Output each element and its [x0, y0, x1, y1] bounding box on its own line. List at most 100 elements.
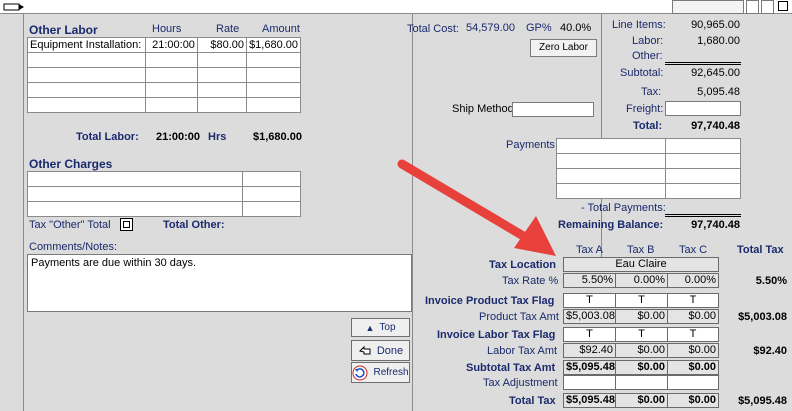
top-button[interactable]: ▲ Top — [351, 318, 410, 337]
pencil-icon[interactable] — [3, 2, 25, 12]
labor-desc-cell[interactable] — [27, 52, 146, 68]
top-strip-box[interactable] — [672, 0, 744, 14]
tax-summary-value: 5,095.48 — [697, 86, 740, 98]
labor-desc-cell[interactable]: Equipment Installation: — [27, 37, 146, 53]
labor-desc-cell[interactable] — [27, 97, 146, 113]
ship-method-label: Ship Method — [452, 103, 514, 115]
labor-amount-cell[interactable] — [246, 67, 301, 83]
line-items-value: 90,965.00 — [691, 19, 740, 31]
remaining-balance-label: Remaining Balance: — [558, 219, 664, 231]
table-row — [27, 82, 301, 98]
labor-hours-cell[interactable] — [144, 52, 198, 68]
labor-amount-cell[interactable] — [246, 97, 301, 113]
product-tax-b[interactable]: $0.00 — [615, 309, 668, 324]
labor-flag-c[interactable]: T — [667, 327, 719, 342]
product-flag-a[interactable]: T — [563, 293, 616, 308]
labor-desc-cell[interactable] — [27, 67, 146, 83]
other-charges-title: Other Charges — [29, 157, 113, 171]
product-tax-total: $5,003.08 — [738, 311, 787, 323]
labor-amount-cell[interactable]: $1,680.00 — [246, 37, 301, 53]
tax-adjustment-a[interactable] — [563, 375, 616, 390]
total-other-label: Total Other: — [163, 219, 225, 231]
labor-tax-a[interactable]: $92.40 — [563, 343, 616, 358]
other-charge-desc-cell[interactable] — [26, 171, 244, 187]
payment-desc-cell[interactable] — [555, 138, 667, 154]
payment-desc-cell[interactable] — [555, 183, 667, 199]
product-flag-b[interactable]: T — [615, 293, 668, 308]
tax-adjustment-b[interactable] — [615, 375, 668, 390]
other-summary-label: Other: — [632, 50, 663, 62]
labor-rate-cell[interactable] — [196, 67, 248, 83]
freight-field[interactable] — [665, 101, 741, 116]
labor-table: Equipment Installation: 21:00:00 $80.00 … — [27, 37, 301, 113]
labor-col-hours: Hours — [152, 23, 182, 35]
payment-amount-cell[interactable] — [665, 153, 741, 169]
labor-rate-cell[interactable] — [196, 97, 248, 113]
zero-labor-button[interactable]: Zero Labor — [530, 39, 597, 57]
labor-flag-a[interactable]: T — [563, 327, 616, 342]
other-charge-desc-cell[interactable] — [26, 186, 244, 202]
top-strip-checkbox[interactable] — [778, 1, 788, 11]
payment-amount-cell[interactable] — [665, 168, 741, 184]
table-row — [555, 138, 741, 154]
ship-method-field[interactable] — [512, 102, 594, 117]
done-button[interactable]: Done — [351, 340, 410, 361]
other-charge-amount-cell[interactable] — [242, 186, 301, 202]
product-flag-c[interactable]: T — [667, 293, 719, 308]
total-label: Total: — [633, 120, 663, 132]
payment-amount-cell[interactable] — [665, 183, 741, 199]
top-strip-box[interactable] — [761, 0, 774, 14]
payment-amount-cell[interactable] — [665, 138, 741, 154]
table-row: Equipment Installation: 21:00:00 $80.00 … — [27, 37, 301, 53]
refresh-button-label: Refresh — [373, 367, 409, 378]
product-tax-a[interactable]: $5,003.08 — [563, 309, 616, 324]
other-charge-amount-cell[interactable] — [242, 171, 301, 187]
labor-amount-cell[interactable] — [246, 82, 301, 98]
done-return-icon — [358, 345, 371, 354]
labor-hours-cell[interactable] — [144, 82, 198, 98]
tax-location-field[interactable]: Eau Claire — [563, 257, 719, 272]
labor-tax-c[interactable]: $0.00 — [667, 343, 719, 358]
refresh-button[interactable]: Refresh — [351, 362, 410, 383]
labor-flag-b[interactable]: T — [615, 327, 668, 342]
labor-summary-value: 1,680.00 — [697, 35, 740, 47]
inv-product-flag-label: Invoice Product Tax Flag — [425, 295, 555, 307]
gp-value: 40.0% — [560, 22, 592, 34]
table-row — [26, 171, 301, 187]
top-strip-box[interactable] — [746, 0, 759, 14]
tax-rate-c[interactable]: 0.00% — [667, 273, 719, 288]
line-items-label: Line Items: — [612, 19, 666, 31]
inv-labor-flag-label: Invoice Labor Tax Flag — [437, 329, 556, 341]
payments-table — [555, 138, 741, 199]
tax-other-total-label: Tax "Other" Total — [29, 219, 111, 231]
labor-amount-cell[interactable] — [246, 52, 301, 68]
table-row — [555, 183, 741, 199]
labor-hours-cell[interactable] — [144, 67, 198, 83]
labor-desc-cell[interactable] — [27, 82, 146, 98]
tax-rate-b[interactable]: 0.00% — [615, 273, 668, 288]
table-row — [555, 153, 741, 169]
labor-rate-cell[interactable]: $80.00 — [196, 37, 248, 53]
tax-rate-a[interactable]: 5.50% — [563, 273, 616, 288]
payment-desc-cell[interactable] — [555, 153, 667, 169]
refresh-icon — [352, 365, 368, 380]
labor-summary-label: Labor: — [632, 35, 664, 47]
other-charge-amount-cell[interactable] — [242, 201, 301, 217]
table-row — [27, 97, 301, 113]
labor-tax-total: $92.40 — [753, 345, 787, 357]
labor-tax-b[interactable]: $0.00 — [615, 343, 668, 358]
tax-adjustment-c[interactable] — [667, 375, 719, 390]
comments-textarea[interactable]: Payments are due within 30 days. — [27, 254, 412, 312]
product-tax-c[interactable]: $0.00 — [667, 309, 719, 324]
other-charge-desc-cell[interactable] — [26, 201, 244, 217]
gp-label: GP% — [526, 22, 552, 34]
total-value: 97,740.48 — [691, 120, 740, 132]
labor-rate-cell[interactable] — [196, 52, 248, 68]
total-tax-label: Total Tax — [509, 395, 556, 407]
labor-hours-cell[interactable] — [144, 97, 198, 113]
payment-desc-cell[interactable] — [555, 168, 667, 184]
labor-hours-cell[interactable]: 21:00:00 — [144, 37, 198, 53]
labor-rate-cell[interactable] — [196, 82, 248, 98]
tax-c-header: Tax C — [679, 244, 708, 256]
tax-other-checkbox[interactable] — [120, 218, 133, 231]
